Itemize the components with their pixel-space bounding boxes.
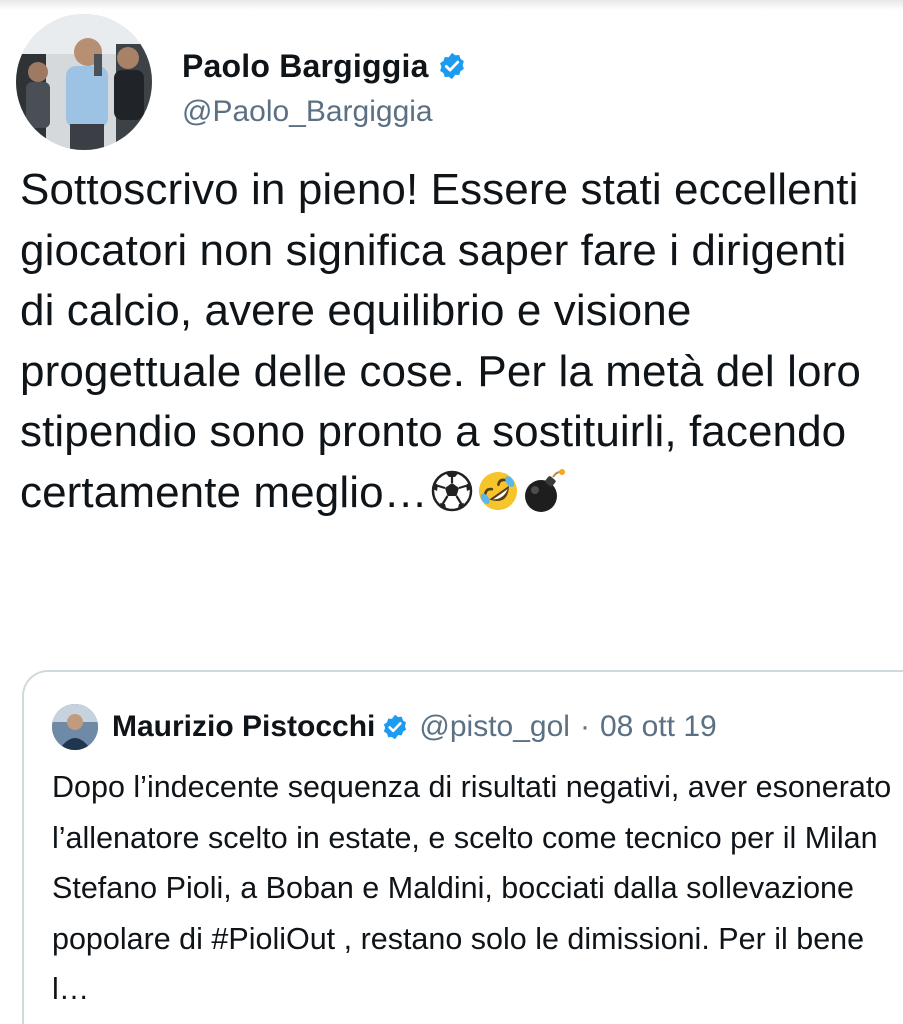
tweet-text: Sottoscrivo in pieno! Essere stati eccel… — [20, 165, 861, 517]
author-meta: Paolo Bargiggia @Paolo_Bargiggia — [182, 36, 467, 129]
rolling-on-floor-laughing-icon — [476, 467, 520, 515]
author-handle[interactable]: @Paolo_Bargiggia — [182, 95, 467, 129]
quoted-tweet-card[interactable]: Maurizio Pistocchi @pisto_gol · 08 ott 1… — [22, 670, 903, 1024]
quoted-separator: · — [579, 710, 590, 743]
bomb-icon — [522, 467, 566, 515]
quoted-verified-badge-icon — [381, 713, 409, 741]
tweet-screenshot: Paolo Bargiggia @Paolo_Bargiggia Sottosc… — [0, 0, 903, 1024]
soccer-ball-icon — [430, 467, 474, 515]
quoted-tweet-header: Maurizio Pistocchi @pisto_gol · 08 ott 1… — [52, 704, 717, 750]
quoted-author-name[interactable]: Maurizio Pistocchi — [112, 710, 375, 744]
verified-badge-icon — [437, 51, 467, 81]
author-name-line: Paolo Bargiggia — [182, 48, 467, 85]
quoted-author-photo — [52, 704, 98, 750]
author-name[interactable]: Paolo Bargiggia — [182, 48, 429, 85]
quoted-author-avatar[interactable] — [52, 704, 98, 750]
quoted-author-handle[interactable]: @pisto_gol — [419, 710, 570, 744]
tweet-body: Sottoscrivo in pieno! Essere stati eccel… — [20, 160, 890, 523]
tweet-author-row: Paolo Bargiggia @Paolo_Bargiggia — [16, 14, 467, 150]
quoted-tweet-text: Dopo l’indecente sequenza di risultati n… — [52, 770, 892, 1006]
top-edge-shadow — [0, 0, 903, 10]
author-photo — [16, 14, 152, 150]
author-avatar[interactable] — [16, 14, 152, 150]
quoted-tweet-date[interactable]: 08 ott 19 — [600, 710, 717, 744]
